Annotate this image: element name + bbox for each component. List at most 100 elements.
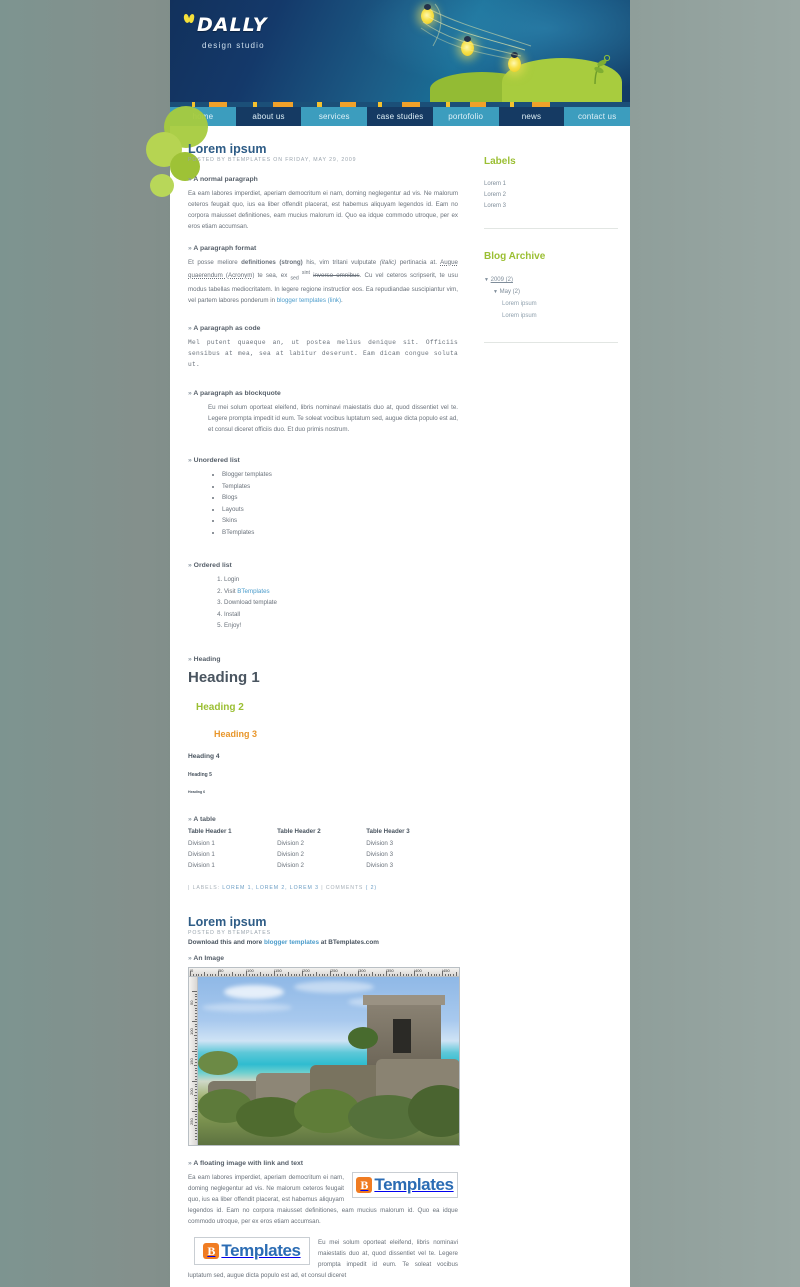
btemplates-link[interactable]: BTemplates (237, 588, 269, 595)
archive-post-link-1[interactable]: Lorem ipsum (502, 301, 537, 307)
ruler-tick (195, 1136, 197, 1137)
section-an-image: An Image (188, 955, 458, 962)
ruler-tick (195, 1054, 197, 1055)
ruler-tick (204, 972, 205, 976)
ruler-tick (380, 974, 381, 976)
ruler-tick (193, 974, 194, 976)
archive-post-link-2[interactable]: Lorem ipsum (502, 313, 537, 319)
list-item: BTemplates (222, 527, 458, 539)
ruler-tick (319, 974, 320, 976)
archive-year-row[interactable]: ▼ 2009 (2) (484, 274, 618, 286)
ruler-tick (431, 974, 432, 976)
ruler-tick (195, 1019, 197, 1020)
ruler-tick (195, 1079, 197, 1080)
archive-month-link[interactable]: May (2) (500, 289, 520, 295)
table-cell: Division 2 (277, 838, 366, 849)
chevron-down-icon[interactable]: ▼ (493, 289, 498, 295)
section-heading: Heading (188, 656, 458, 663)
ruler-tick (268, 974, 269, 976)
plant-sprig-icon (578, 54, 612, 84)
sidebar-label-lorem-1[interactable]: Lorem 1 (484, 181, 506, 187)
btemplates-logo-left[interactable]: B Templates (194, 1237, 310, 1265)
ruler-h-label: |100 (246, 968, 254, 973)
blogger-templates-link[interactable]: blogger templates (264, 939, 319, 946)
list-item: Login (224, 574, 458, 586)
ruler-tick (282, 974, 283, 976)
demo-table: Table Header 1 Table Header 2 Table Head… (188, 828, 458, 871)
sidebar-label-lorem-3[interactable]: Lorem 3 (484, 203, 506, 209)
ruler-tick (195, 1038, 197, 1039)
footer-labels-links[interactable]: LOREM 1, LOREM 2, LOREM 3 (222, 885, 319, 891)
list-item: Templates (222, 481, 458, 493)
main-navigation[interactable]: home about us services case studies port… (170, 107, 630, 126)
ruler-tick (417, 974, 418, 976)
fmt-strong: definitiones (strong) (241, 259, 303, 266)
firefly-trails (385, 2, 565, 82)
table-cell: Division 3 (366, 860, 458, 871)
ruler-tick (195, 1029, 197, 1030)
ruler-tick (453, 974, 454, 976)
list-item: Enjoy! (224, 620, 458, 632)
archive-year-link[interactable]: 2009 (2) (491, 277, 513, 283)
chevron-down-icon[interactable]: ▼ (484, 277, 489, 283)
ruler-tick (288, 972, 289, 976)
ruler-tick (422, 974, 423, 976)
table-cell: Division 3 (366, 838, 458, 849)
site-logo[interactable]: DALLY design studio (184, 14, 268, 50)
nav-item-services[interactable]: services (301, 107, 367, 126)
post-2-meta: POSTED BY BTEMPLATES (188, 930, 458, 936)
content-columns: Lorem ipsum POSTED BY BTEMPLATES ON FRID… (170, 126, 630, 1287)
ruler-tick (194, 1095, 198, 1096)
list-item-label: Visit (224, 588, 237, 595)
ruler-tick (260, 972, 261, 976)
ruler-tick (436, 974, 437, 976)
footer-comments-count[interactable]: ( 2) (366, 885, 377, 891)
section-table: A table (188, 816, 458, 823)
ruler-tick (408, 974, 409, 976)
ruler-tick (195, 1100, 197, 1101)
ruler-tick (392, 974, 393, 976)
ruler-tick (226, 974, 227, 976)
ruler-tick (254, 974, 255, 976)
ruler-tick (212, 974, 213, 976)
btemplates-logo-right[interactable]: B Templates (352, 1172, 458, 1198)
ruler-h-label: |300 (358, 968, 366, 973)
ruler-tick (195, 1103, 197, 1104)
table-row: Division 1 Division 2 Division 3 (188, 838, 458, 849)
page-wrapper: DALLY design studio (170, 0, 630, 1287)
post-2: Lorem ipsum POSTED BY BTEMPLATES Downloa… (188, 915, 458, 1287)
ruler-tick (302, 971, 303, 976)
ruler-tick (195, 1114, 197, 1115)
fmt-t8: . (341, 297, 343, 304)
nav-item-about-us[interactable]: about us (236, 107, 302, 126)
ruler-tick (195, 1068, 197, 1069)
sidebar-label-lorem-2[interactable]: Lorem 2 (484, 192, 506, 198)
btemplates-wordmark: Templates (221, 1241, 300, 1261)
ruler-tick (194, 1035, 198, 1036)
download-prefix: Download this and more (188, 939, 264, 946)
nav-item-home[interactable]: home (170, 107, 236, 126)
float-right-block: B Templates Ea eam labores imperdiet, ap… (188, 1172, 458, 1233)
post-1-title[interactable]: Lorem ipsum (188, 142, 458, 156)
ruler-tick (350, 974, 351, 976)
ruler-tick (195, 1089, 197, 1090)
ruler-tick (330, 971, 331, 976)
section-paragraph-code: A paragraph as code (188, 325, 458, 332)
section-ordered-list: Ordered list (188, 562, 458, 569)
ruler-tick (235, 974, 236, 976)
nav-item-case-studies[interactable]: case studies (367, 107, 433, 126)
nav-item-portofolio[interactable]: portofolio (433, 107, 499, 126)
archive-month-row[interactable]: ▼ May (2) (493, 286, 618, 298)
list-item: Layouts (222, 504, 458, 516)
ruler-tick (361, 974, 362, 976)
mayan-ruin (367, 1001, 441, 1067)
ruler-tick (394, 974, 395, 976)
fmt-link[interactable]: blogger templates (link) (277, 297, 341, 304)
nav-item-news[interactable]: news (499, 107, 565, 126)
ruler-tick (195, 1084, 197, 1085)
ruler-tick (428, 972, 429, 976)
post-2-title[interactable]: Lorem ipsum (188, 915, 458, 929)
nav-item-contact-us[interactable]: contact us (564, 107, 630, 126)
ruler-tick (195, 1043, 197, 1044)
ruler-tick (195, 1119, 197, 1120)
